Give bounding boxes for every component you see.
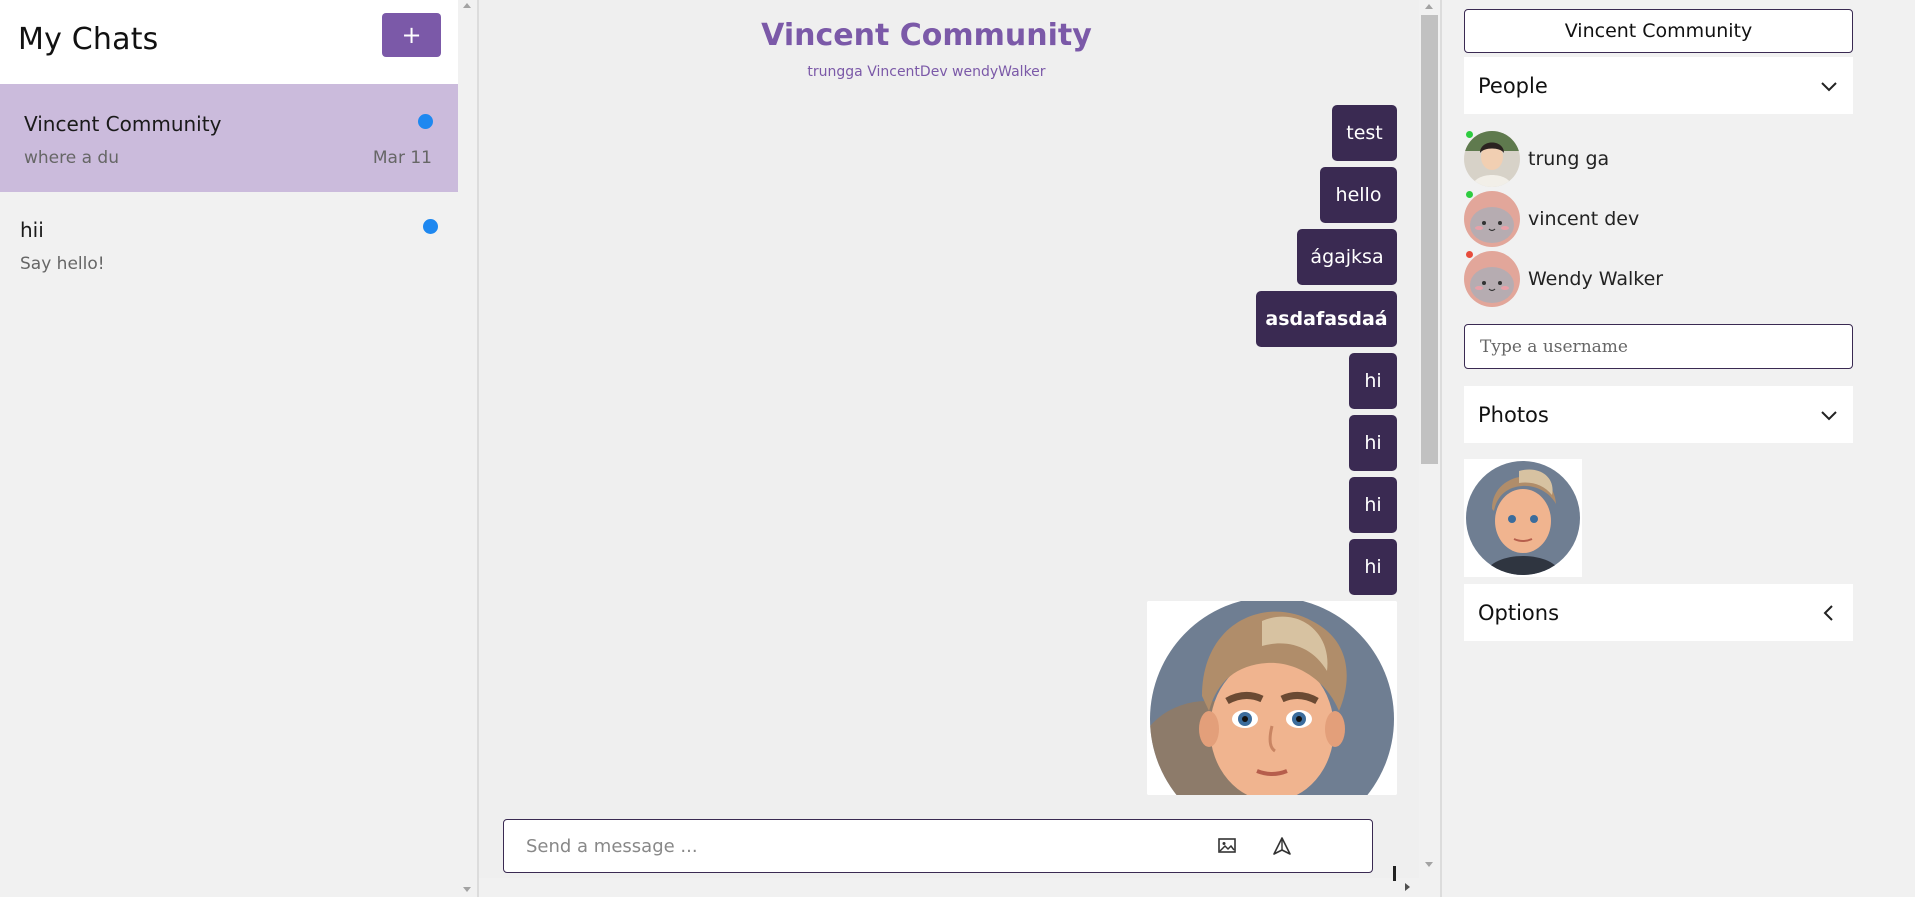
message-bubble[interactable]: hello: [1320, 167, 1397, 223]
message-bubble[interactable]: hi: [1349, 477, 1397, 533]
chat-item-name: hii: [20, 218, 44, 242]
scrollbar-nub: [1393, 866, 1396, 881]
chat-list-title: My Chats: [18, 22, 159, 57]
avatar-boy-illustration-icon: [1464, 459, 1582, 577]
online-status-dot: [1466, 131, 1473, 138]
chevron-down-icon: [1821, 82, 1837, 92]
message-input[interactable]: [526, 832, 1186, 860]
unread-dot: [418, 114, 433, 129]
username-input[interactable]: [1464, 324, 1853, 369]
chat-list-header: My Chats +: [0, 0, 458, 84]
person-name: vincent dev: [1528, 208, 1640, 230]
chevron-left-icon: [1823, 605, 1833, 621]
person-item[interactable]: Wendy Walker: [1464, 251, 1853, 309]
conversation-title: Vincent Community: [761, 18, 1092, 53]
chat-item-preview: Say hello!: [20, 254, 105, 274]
people-section-label: People: [1478, 74, 1548, 98]
message-bubble[interactable]: hi: [1349, 353, 1397, 409]
send-icon[interactable]: [1271, 835, 1293, 857]
chat-list-scrollbar[interactable]: [458, 0, 477, 897]
horizontal-scrollbar[interactable]: [479, 866, 1440, 897]
chat-details-panel: Vincent Community People trung ga vincen…: [1442, 0, 1915, 897]
photos-section-label: Photos: [1478, 403, 1549, 427]
person-name: trung ga: [1528, 148, 1610, 170]
offline-status-dot: [1466, 251, 1473, 258]
conversation-scrollbar[interactable]: [1419, 0, 1440, 897]
options-section-label: Options: [1478, 601, 1560, 625]
chat-item-hii[interactable]: hii Say hello!: [0, 192, 458, 300]
scroll-right-arrow-icon[interactable]: [1405, 883, 1410, 891]
chat-list-panel: My Chats + Vincent Community where a du …: [0, 0, 477, 897]
chat-item-preview: where a du: [24, 148, 120, 168]
conversation-panel: Vincent Community trungga VincentDev wen…: [479, 0, 1440, 897]
scroll-up-arrow-icon[interactable]: [463, 3, 471, 8]
scroll-down-arrow-icon[interactable]: [463, 887, 471, 892]
message-bubble[interactable]: ágajksa: [1297, 229, 1397, 285]
avatar: [1464, 131, 1520, 187]
message-photo[interactable]: [1147, 601, 1397, 795]
image-icon[interactable]: [1216, 835, 1238, 857]
photos-section-header[interactable]: Photos: [1464, 386, 1853, 443]
chat-title-button[interactable]: Vincent Community: [1464, 9, 1853, 53]
message-bubble[interactable]: test: [1332, 105, 1397, 161]
avatar: [1464, 251, 1520, 307]
avatar-boy-illustration-icon: [1147, 601, 1397, 795]
person-item[interactable]: vincent dev: [1464, 191, 1853, 249]
options-section-header[interactable]: Options: [1464, 584, 1853, 641]
scrollbar-thumb[interactable]: [1421, 15, 1438, 464]
unread-dot: [423, 219, 438, 234]
scroll-down-arrow-icon[interactable]: [1425, 862, 1433, 867]
online-status-dot: [1466, 191, 1473, 198]
person-name: Wendy Walker: [1528, 268, 1664, 290]
message-composer: [503, 819, 1373, 873]
chat-item-date: Mar 11: [372, 148, 432, 168]
chat-item-vincent-community[interactable]: Vincent Community where a du Mar 11: [0, 84, 458, 192]
photo-thumbnail[interactable]: [1464, 459, 1582, 577]
chat-item-name: Vincent Community: [24, 112, 222, 136]
conversation-members: trungga VincentDev wendyWalker: [807, 64, 1046, 80]
avatar: [1464, 191, 1520, 247]
message-bubble[interactable]: hi: [1349, 415, 1397, 471]
chevron-down-icon: [1821, 411, 1837, 421]
message-bubble[interactable]: asdafasdaá: [1256, 291, 1397, 347]
new-chat-button[interactable]: +: [382, 13, 441, 57]
person-item[interactable]: trung ga: [1464, 131, 1853, 189]
message-bubble[interactable]: hi: [1349, 539, 1397, 595]
scroll-up-arrow-icon[interactable]: [1425, 4, 1433, 9]
people-section-header[interactable]: People: [1464, 57, 1853, 114]
